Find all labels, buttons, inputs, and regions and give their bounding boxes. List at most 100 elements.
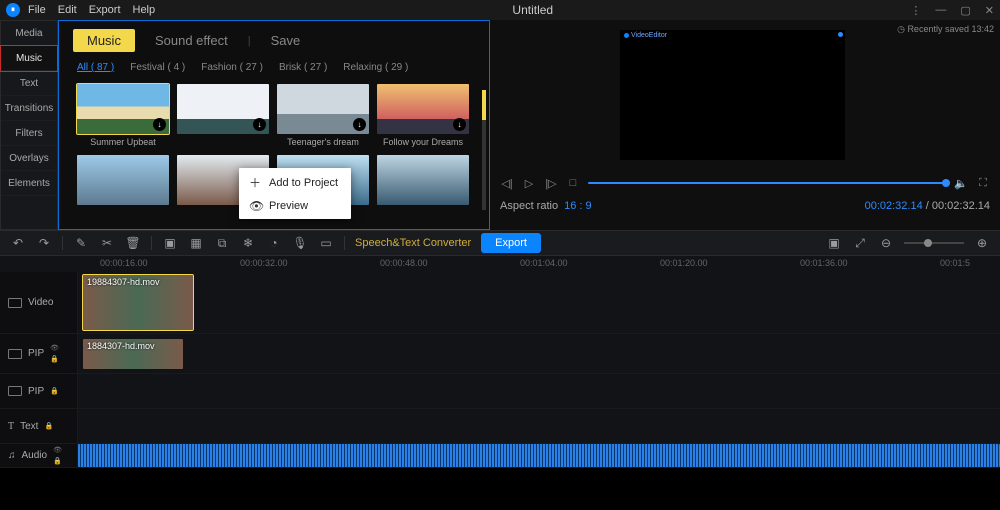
download-icon[interactable]: ↓ bbox=[153, 118, 166, 131]
ctx-add-to-project[interactable]: ＋ Add to Project bbox=[239, 170, 351, 195]
music-thumb[interactable]: ↓ Summer Upbeat bbox=[77, 84, 169, 147]
sidebar-item-media[interactable]: Media bbox=[1, 21, 57, 46]
download-icon[interactable]: ↓ bbox=[253, 118, 266, 131]
screenshot-icon[interactable]: ▣ bbox=[826, 236, 842, 250]
fullscreen-icon[interactable]: ⛶ bbox=[976, 176, 990, 190]
record-icon[interactable]: 🎙 bbox=[292, 236, 308, 250]
zoom-out-icon[interactable]: ⊖ bbox=[878, 236, 894, 250]
sidebar-item-elements[interactable]: Elements bbox=[1, 171, 57, 196]
redo-icon[interactable]: ↷ bbox=[36, 236, 52, 250]
lock-icon[interactable]: 🔒 bbox=[44, 422, 53, 430]
music-thumb[interactable]: ↓ Follow your Dreams bbox=[377, 84, 469, 147]
presenter-icon[interactable]: ▭ bbox=[318, 236, 334, 250]
preview-video[interactable]: VideoEditor bbox=[620, 30, 845, 160]
more-icon[interactable]: ⋮ bbox=[910, 4, 921, 17]
filter-all[interactable]: All ( 87 ) bbox=[77, 62, 114, 74]
menu-edit[interactable]: Edit bbox=[58, 4, 77, 16]
visibility-icon[interactable]: 👁 bbox=[53, 446, 62, 454]
lib-tab-save[interactable]: Save bbox=[271, 33, 301, 48]
ctx-preview[interactable]: 👁 Preview bbox=[239, 195, 351, 217]
ruler-tick: 00:01:04.00 bbox=[520, 258, 568, 268]
track-lane[interactable]: 19884307-hd.mov bbox=[78, 272, 1000, 333]
video-clip[interactable]: 19884307-hd.mov bbox=[83, 275, 193, 330]
filter-fashion[interactable]: Fashion ( 27 ) bbox=[201, 62, 263, 74]
timeline-tracks: Video 19884307-hd.mov PIP👁🔒 1884307-hd.m… bbox=[0, 272, 1000, 468]
lock-icon[interactable]: 🔒 bbox=[50, 387, 59, 395]
track-lane[interactable] bbox=[78, 444, 1000, 467]
sidebar-item-overlays[interactable]: Overlays bbox=[1, 146, 57, 171]
play-button[interactable]: ▷ bbox=[522, 176, 536, 190]
prev-frame-button[interactable]: ◁| bbox=[500, 176, 514, 190]
timeline-toolbar: ↶ ↷ ✎ ✂ 🗑 ▣ ▦ ⧉ ❄ ◔ 🎙 ▭ Speech&Text Conv… bbox=[0, 230, 1000, 256]
filter-festival[interactable]: Festival ( 4 ) bbox=[130, 62, 185, 74]
speech-text-converter-link[interactable]: Speech&Text Converter bbox=[355, 237, 471, 249]
volume-icon[interactable]: 🔈 bbox=[954, 176, 968, 190]
window-title: Untitled bbox=[155, 3, 910, 17]
lock-icon[interactable]: 🔒 bbox=[50, 355, 59, 363]
crop-icon[interactable]: ▣ bbox=[162, 236, 178, 250]
clip-label: 1884307-hd.mov bbox=[87, 341, 155, 351]
music-thumb[interactable] bbox=[77, 155, 169, 205]
category-filters: All ( 87 ) Festival ( 4 ) Fashion ( 27 )… bbox=[59, 60, 489, 80]
menu-export[interactable]: Export bbox=[89, 4, 121, 16]
freeze-icon[interactable]: ❄ bbox=[240, 236, 256, 250]
music-thumb[interactable]: ↓ Teenager's dream bbox=[277, 84, 369, 147]
undo-icon[interactable]: ↶ bbox=[10, 236, 26, 250]
ruler-tick: 00:01:5 bbox=[940, 258, 970, 268]
download-icon[interactable]: ↓ bbox=[353, 118, 366, 131]
track-lane[interactable]: 1884307-hd.mov bbox=[78, 334, 1000, 373]
duration-icon[interactable]: ◔ bbox=[266, 236, 282, 250]
app-logo-icon: ⏸ bbox=[6, 3, 20, 17]
sidebar-item-text[interactable]: Text bbox=[1, 71, 57, 96]
edit-icon[interactable]: ✎ bbox=[73, 236, 89, 250]
sidebar-item-filters[interactable]: Filters bbox=[1, 121, 57, 146]
stop-button[interactable]: □ bbox=[566, 176, 580, 190]
pip-clip[interactable]: 1884307-hd.mov bbox=[83, 339, 183, 369]
aspect-value[interactable]: 16 : 9 bbox=[564, 200, 592, 212]
track-lane[interactable] bbox=[78, 374, 1000, 408]
zoom-slider[interactable] bbox=[904, 242, 964, 244]
mosaic-icon[interactable]: ▦ bbox=[188, 236, 204, 250]
progress-slider[interactable] bbox=[588, 182, 946, 184]
fit-icon[interactable]: ⤢ bbox=[852, 236, 868, 251]
sidebar-item-transitions[interactable]: Transitions bbox=[1, 96, 57, 121]
timecode-divider: / bbox=[923, 200, 932, 212]
music-thumb[interactable] bbox=[377, 155, 469, 205]
split-icon[interactable]: ⧉ bbox=[214, 236, 230, 251]
title-bar: ⏸ File Edit Export Help Untitled ⋮ — ▢ ✕ bbox=[0, 0, 1000, 20]
lib-tab-sfx[interactable]: Sound effect bbox=[155, 33, 228, 48]
panel-tabs: Media Music Text Transitions Filters Ove… bbox=[0, 20, 58, 230]
filter-brisk[interactable]: Brisk ( 27 ) bbox=[279, 62, 327, 74]
export-button[interactable]: Export bbox=[481, 233, 541, 253]
track-text: TText🔒 bbox=[0, 409, 1000, 444]
ruler-tick: 00:00:16.00 bbox=[100, 258, 148, 268]
track-label: Audio bbox=[22, 450, 48, 461]
library-panel: Music Sound effect | Save All ( 87 ) Fes… bbox=[58, 20, 490, 230]
library-scrollbar[interactable] bbox=[482, 90, 486, 210]
menu-file[interactable]: File bbox=[28, 4, 46, 16]
delete-icon[interactable]: 🗑 bbox=[125, 236, 141, 250]
download-icon[interactable]: ↓ bbox=[453, 118, 466, 131]
track-video: Video 19884307-hd.mov bbox=[0, 272, 1000, 334]
minimize-icon[interactable]: — bbox=[935, 4, 946, 17]
lib-tab-music[interactable]: Music bbox=[73, 29, 135, 52]
filter-relaxing[interactable]: Relaxing ( 29 ) bbox=[343, 62, 408, 74]
maximize-icon[interactable]: ▢ bbox=[960, 4, 970, 17]
eye-icon: 👁 bbox=[249, 199, 261, 213]
ruler-tick: 00:00:48.00 bbox=[380, 258, 428, 268]
sidebar-item-music[interactable]: Music bbox=[1, 46, 57, 71]
audio-clip[interactable] bbox=[78, 444, 1000, 467]
main-menu: File Edit Export Help bbox=[28, 4, 155, 16]
zoom-in-icon[interactable]: ⊕ bbox=[974, 236, 990, 250]
close-icon[interactable]: ✕ bbox=[985, 4, 994, 17]
track-lane[interactable] bbox=[78, 409, 1000, 443]
visibility-icon[interactable]: 👁 bbox=[50, 344, 59, 352]
timeline-ruler[interactable]: 00:00:16.00 00:00:32.00 00:00:48.00 00:0… bbox=[0, 256, 1000, 272]
next-frame-button[interactable]: |▷ bbox=[544, 176, 558, 190]
lock-icon[interactable]: 🔒 bbox=[53, 457, 62, 465]
video-track-icon bbox=[8, 298, 22, 308]
saved-status: ◷ Recently saved 13:42 bbox=[897, 24, 994, 35]
menu-help[interactable]: Help bbox=[133, 4, 156, 16]
music-thumb[interactable]: ↓ bbox=[177, 84, 269, 147]
cut-icon[interactable]: ✂ bbox=[99, 236, 115, 250]
